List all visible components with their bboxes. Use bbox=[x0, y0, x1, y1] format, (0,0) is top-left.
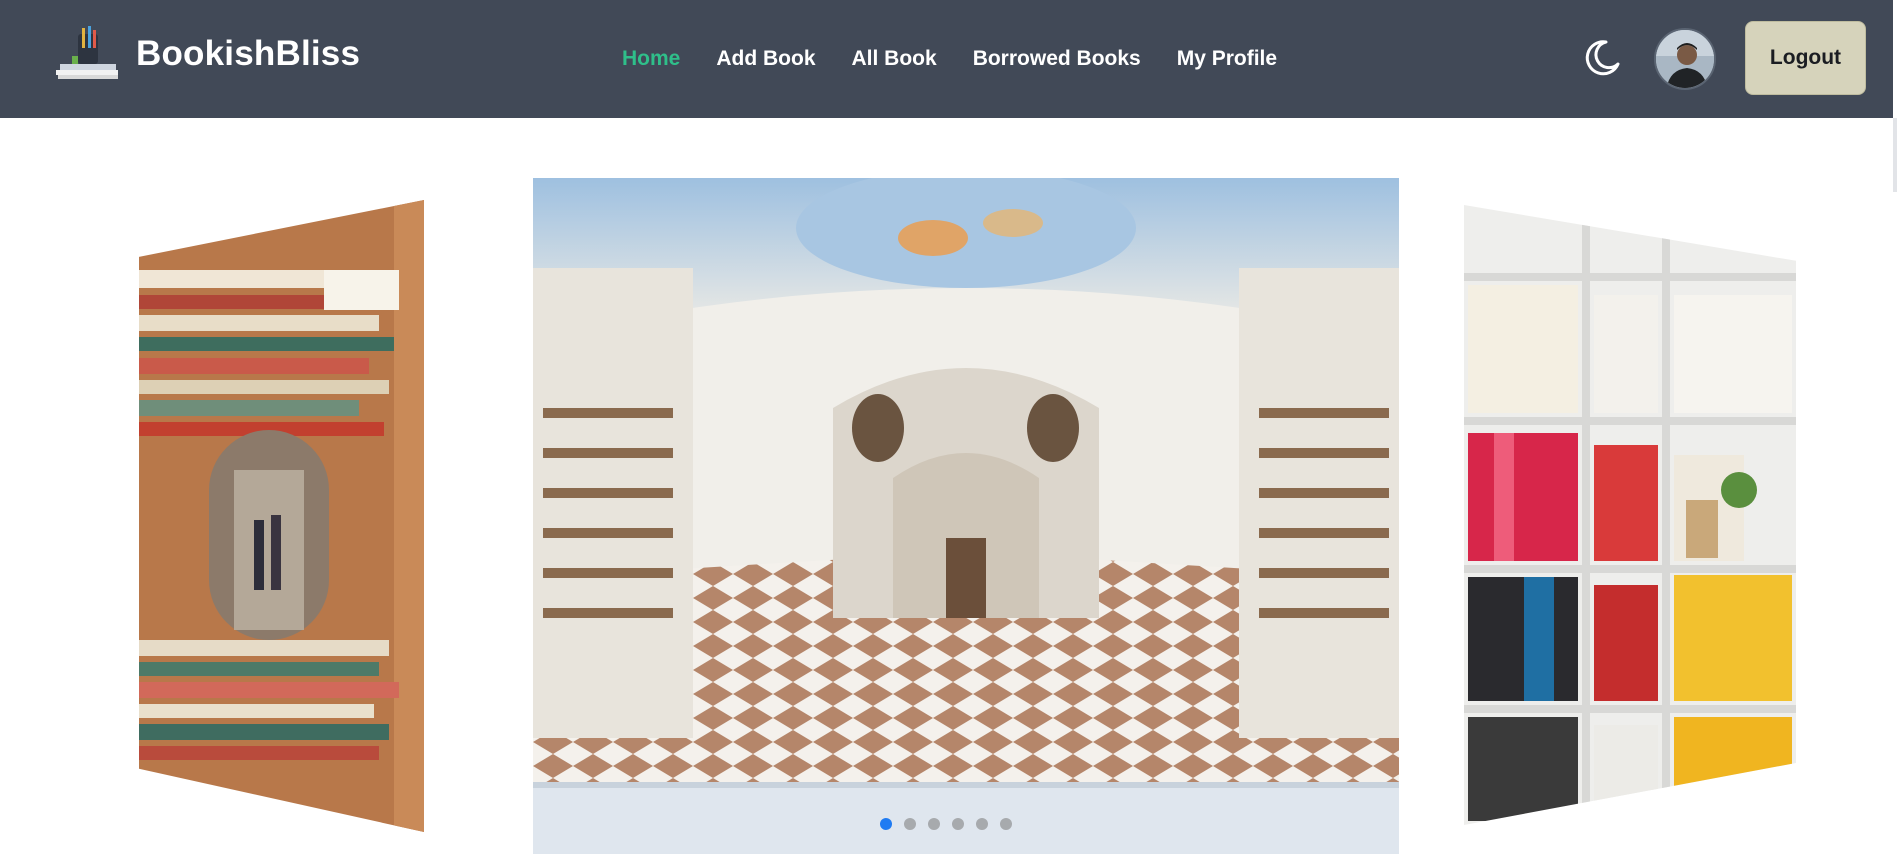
carousel-pagination bbox=[880, 818, 1012, 830]
main-nav: Home Add Book All Book Borrowed Books My… bbox=[622, 0, 1277, 118]
nav-borrowed-books[interactable]: Borrowed Books bbox=[973, 47, 1141, 71]
nav-my-profile[interactable]: My Profile bbox=[1177, 47, 1277, 71]
carousel-dot-2[interactable] bbox=[904, 818, 916, 830]
library-tunnel-image bbox=[139, 200, 424, 832]
nav-all-book[interactable]: All Book bbox=[852, 47, 937, 71]
carousel-dot-3[interactable] bbox=[928, 818, 940, 830]
carousel-dot-5[interactable] bbox=[976, 818, 988, 830]
baroque-library-hall-image bbox=[533, 178, 1399, 854]
books-logo-icon bbox=[52, 26, 122, 82]
logout-button[interactable]: Logout bbox=[1745, 21, 1866, 95]
user-avatar[interactable] bbox=[1654, 28, 1716, 90]
carousel-dot-4[interactable] bbox=[952, 818, 964, 830]
colorful-bookshelf-image bbox=[1464, 205, 1796, 825]
nav-home[interactable]: Home bbox=[622, 47, 680, 71]
nav-add-book[interactable]: Add Book bbox=[716, 47, 815, 71]
scrollbar[interactable] bbox=[1893, 118, 1897, 192]
navbar: BookishBliss Home Add Book All Book Borr… bbox=[0, 0, 1893, 118]
moon-icon[interactable] bbox=[1580, 36, 1624, 80]
carousel-dot-1[interactable] bbox=[880, 818, 892, 830]
carousel-dot-6[interactable] bbox=[1000, 818, 1012, 830]
brand[interactable]: BookishBliss bbox=[52, 26, 360, 82]
brand-name: BookishBliss bbox=[136, 34, 361, 73]
